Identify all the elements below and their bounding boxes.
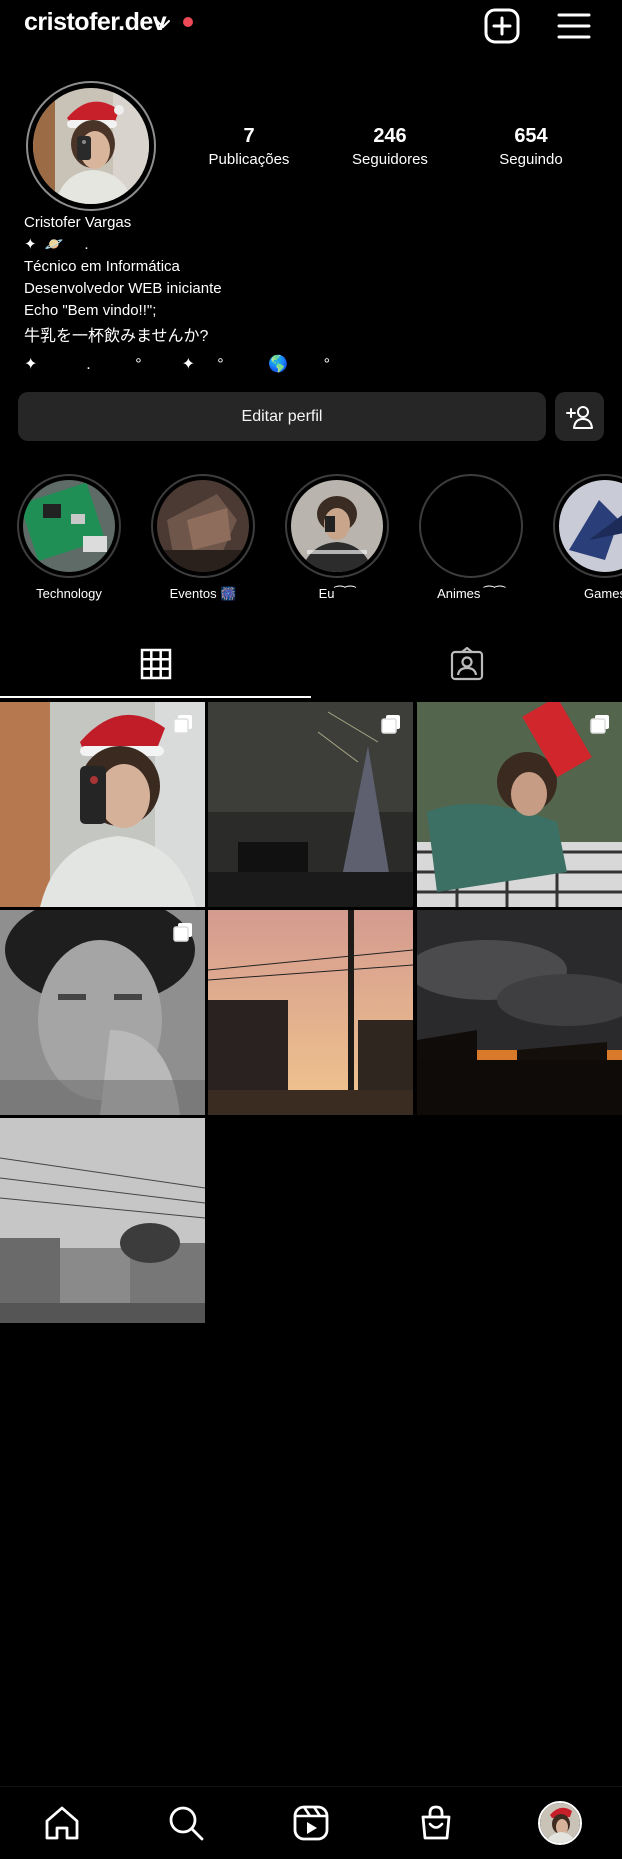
nav-shop[interactable]: [414, 1801, 458, 1845]
profile-photo: [33, 88, 149, 204]
profile-avatar[interactable]: [26, 81, 156, 211]
nav-search[interactable]: [164, 1801, 208, 1845]
tab-posts-grid[interactable]: [0, 630, 311, 698]
active-tab-indicator: [0, 696, 311, 698]
story-highlights: Technology Eventos 🎆 Eu⁀⁀ Animes ⁀⁀ Game…: [0, 474, 622, 614]
nav-profile[interactable]: [538, 1801, 582, 1845]
top-bar: cristofer.dev: [0, 0, 622, 52]
carousel-icon: [381, 715, 400, 734]
search-icon: [169, 1806, 204, 1841]
highlight-label: Technology: [36, 586, 102, 601]
following-count-value: 654: [514, 125, 548, 147]
highlight-eventos[interactable]: Eventos 🎆: [150, 474, 256, 602]
following-count[interactable]: 654 Seguindo: [471, 124, 591, 170]
post-thumbnail[interactable]: [208, 910, 413, 1115]
highlight-cover: [291, 480, 383, 572]
highlight-ring: [285, 474, 389, 578]
post-thumbnail[interactable]: [208, 702, 413, 907]
post-thumbnail[interactable]: [0, 910, 205, 1115]
bio-japanese-line: 牛乳を一杯飲みませんか?: [24, 328, 209, 345]
highlight-ring: [419, 474, 523, 578]
highlight-ring: [17, 474, 121, 578]
highlight-ring: [553, 474, 622, 578]
tagged-icon: [450, 647, 483, 681]
highlight-games[interactable]: Games: [552, 474, 622, 601]
post-thumbnail[interactable]: [417, 702, 622, 907]
carousel-icon: [590, 715, 609, 734]
highlight-cover: [23, 480, 115, 572]
posts-count[interactable]: 7 Publicações: [189, 124, 309, 170]
notification-dot: [183, 17, 193, 27]
profile-avatar: [538, 1801, 582, 1845]
chevron-down-icon[interactable]: [155, 16, 171, 32]
discover-people-button[interactable]: [555, 392, 604, 441]
highlight-cover: [425, 480, 517, 572]
grid-icon: [140, 648, 171, 680]
followers-count-value: 246: [373, 125, 407, 147]
highlight-label: Animes ⁀⁀: [437, 586, 505, 601]
new-post-icon[interactable]: [482, 6, 522, 46]
followers-count-label: Seguidores: [352, 151, 428, 168]
nav-home[interactable]: [40, 1801, 84, 1845]
highlight-label: Eu⁀⁀: [318, 586, 356, 601]
shop-icon: [421, 1805, 451, 1840]
profile-name: Cristofer Vargas: [24, 214, 132, 231]
post-thumbnail[interactable]: [0, 702, 205, 907]
bio-line-3: Echo "Bem vindo!!";: [24, 302, 157, 319]
reels-icon: [293, 1805, 329, 1841]
home-icon: [45, 1806, 79, 1840]
menu-icon[interactable]: [554, 6, 594, 46]
bio-stars-line: ✦ . ° ✦ ° 🌎 °: [24, 356, 330, 373]
posts-count-value: 7: [243, 125, 255, 147]
carousel-icon: [173, 923, 192, 942]
edit-profile-button[interactable]: Editar perfil: [18, 392, 546, 441]
post-thumbnail[interactable]: [0, 1118, 205, 1323]
profile-tabs: [0, 630, 622, 698]
posts-count-label: Publicações: [208, 151, 290, 168]
add-person-icon: [565, 405, 593, 429]
highlight-label: Eventos 🎆: [169, 586, 237, 601]
account-username[interactable]: cristofer.dev: [24, 8, 167, 37]
bio-line-2: Desenvolvedor WEB iniciante: [24, 280, 222, 297]
highlight-animes[interactable]: Animes ⁀⁀: [418, 474, 524, 602]
highlight-eu[interactable]: Eu⁀⁀: [284, 474, 390, 602]
highlight-technology[interactable]: Technology: [16, 474, 122, 601]
bio-decoration: ✦ 🪐 .: [24, 236, 89, 253]
bio-line-1: Técnico em Informática: [24, 258, 180, 275]
tab-tagged[interactable]: [311, 630, 622, 698]
highlight-cover: [559, 480, 622, 572]
nav-reels[interactable]: [289, 1801, 333, 1845]
bottom-navigation: [0, 1786, 622, 1859]
carousel-icon: [173, 715, 192, 734]
post-thumbnail[interactable]: [417, 910, 622, 1115]
followers-count[interactable]: 246 Seguidores: [330, 124, 450, 170]
highlight-ring: [151, 474, 255, 578]
highlight-cover: [157, 480, 249, 572]
following-count-label: Seguindo: [499, 151, 563, 168]
profile-bio: Cristofer Vargas ✦ 🪐 . Técnico em Inform…: [24, 212, 584, 380]
highlight-label: Games: [584, 586, 622, 601]
